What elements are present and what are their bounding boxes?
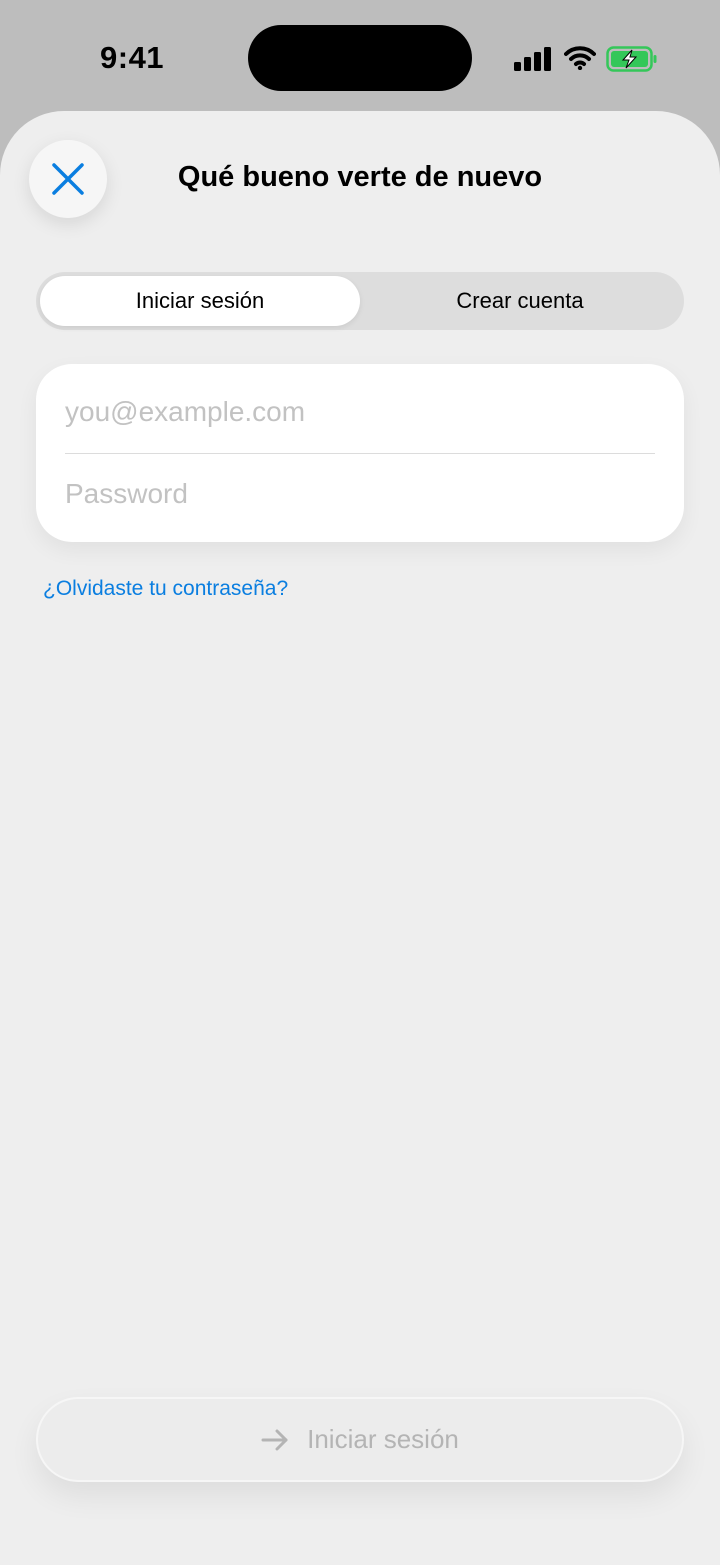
field-divider — [65, 453, 655, 454]
screen: 9:41 Qué bueno verte de nuevo Iniciar se… — [0, 0, 720, 1565]
sign-in-button[interactable]: Iniciar sesión — [36, 1397, 684, 1482]
signal-icon — [514, 47, 551, 71]
tab-sign-in[interactable]: Iniciar sesión — [40, 276, 360, 326]
sign-in-button-label: Iniciar sesión — [307, 1424, 459, 1454]
status-icons — [514, 44, 660, 74]
forgot-password-link[interactable]: ¿Olvidaste tu contraseña? — [43, 577, 288, 601]
arrow-right-icon — [261, 1429, 289, 1451]
login-sheet: Qué bueno verte de nuevo Iniciar sesión … — [0, 111, 720, 1565]
auth-mode-segmented-control: Iniciar sesión Crear cuenta — [36, 272, 684, 330]
credentials-card — [36, 364, 684, 542]
tab-create-account[interactable]: Crear cuenta — [360, 276, 680, 326]
sheet-title: Qué bueno verte de nuevo — [177, 161, 543, 193]
email-field[interactable] — [65, 382, 655, 442]
password-field[interactable] — [65, 464, 655, 524]
battery-charging-icon — [606, 46, 657, 72]
wifi-icon — [564, 46, 596, 70]
status-time: 9:41 — [100, 40, 165, 75]
dynamic-island — [248, 25, 472, 91]
